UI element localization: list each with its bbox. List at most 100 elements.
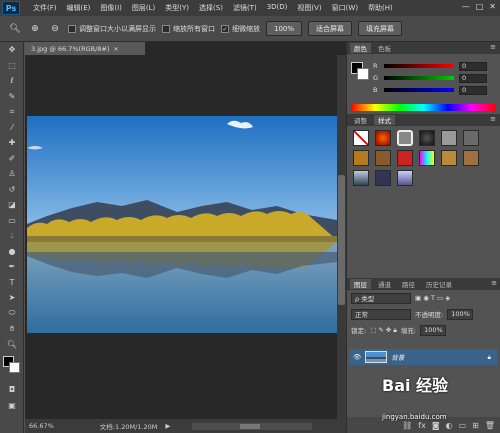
layers-panel-menu-icon[interactable]: ≡	[491, 279, 497, 287]
style-swatch[interactable]	[463, 150, 479, 166]
style-swatch[interactable]	[397, 150, 413, 166]
zoom-tool-icon[interactable]: 🔍︎	[0, 337, 24, 353]
status-menu-arrow[interactable]: ▶	[165, 422, 170, 430]
layer-kind-filter[interactable]: ρ 类型	[351, 292, 411, 304]
zoom-level[interactable]: 66.67%	[29, 422, 54, 430]
shape-tool-icon[interactable]: ⬭	[0, 306, 24, 322]
tab-color[interactable]: 颜色	[350, 43, 371, 53]
panel-background-color[interactable]	[357, 68, 369, 80]
eye-icon[interactable]: 👁︎	[353, 353, 361, 361]
menu-3d[interactable]: 3D(D)	[262, 3, 293, 13]
panel-menu-icon[interactable]: ≡	[490, 43, 496, 51]
style-swatch[interactable]	[441, 130, 457, 146]
move-tool-icon[interactable]: ✥	[0, 42, 24, 58]
screen-mode-icon[interactable]: ▣	[0, 398, 24, 414]
style-swatch-none[interactable]	[353, 130, 369, 146]
resize-windows-checkbox[interactable]: 调整窗口大小以满屏显示	[68, 24, 156, 34]
tab-channels[interactable]: 通道	[374, 279, 395, 289]
menu-edit[interactable]: 编辑(E)	[62, 3, 96, 13]
menu-image[interactable]: 图像(I)	[95, 3, 127, 13]
minimize-button[interactable]: —	[462, 2, 470, 11]
fill-screen-button[interactable]: 填充屏幕	[358, 21, 403, 36]
healing-brush-icon[interactable]: ✚	[0, 135, 24, 151]
tab-swatches[interactable]: 色板	[374, 43, 395, 53]
eyedropper-icon[interactable]: ⁄	[0, 120, 24, 136]
blur-tool-icon[interactable]: 💧︎	[0, 228, 24, 244]
tab-styles[interactable]: 样式	[374, 115, 395, 125]
fit-screen-button[interactable]: 适合屏幕	[308, 21, 353, 36]
vertical-scroll-thumb[interactable]	[338, 175, 345, 305]
style-swatch[interactable]	[375, 150, 391, 166]
style-swatch[interactable]	[419, 150, 435, 166]
style-swatch[interactable]	[375, 130, 391, 146]
tab-layers[interactable]: 图层	[350, 279, 371, 289]
menu-filter[interactable]: 滤镜(T)	[228, 3, 262, 13]
layer-name[interactable]: 背景	[391, 352, 404, 362]
crop-tool-icon[interactable]: ⌗	[0, 104, 24, 120]
style-swatch[interactable]	[353, 170, 369, 186]
tab-adjustments[interactable]: 调整	[350, 115, 371, 125]
menu-view[interactable]: 视图(V)	[292, 3, 326, 13]
new-layer-icon[interactable]: ⊞	[472, 421, 479, 430]
layer-row-background[interactable]: 👁︎ 背景 🔒︎	[349, 349, 497, 365]
horizontal-scrollbar[interactable]	[192, 422, 313, 430]
background-color[interactable]	[9, 362, 20, 373]
style-swatch[interactable]	[397, 130, 413, 146]
lasso-tool-icon[interactable]: ℓ	[0, 73, 24, 89]
image-canvas[interactable]	[27, 116, 337, 333]
zoom-in-icon[interactable]: ⊕	[28, 22, 42, 36]
add-mask-icon[interactable]: ◙	[432, 421, 440, 430]
quick-select-icon[interactable]: ✎	[0, 89, 24, 105]
zoom-out-icon[interactable]: ⊖	[48, 22, 62, 36]
red-value[interactable]: 0	[459, 61, 487, 71]
green-value[interactable]: 0	[459, 73, 487, 83]
menu-file[interactable]: 文件(F)	[28, 3, 62, 13]
pen-tool-icon[interactable]: ✒	[0, 259, 24, 275]
stamp-tool-icon[interactable]: ♙	[0, 166, 24, 182]
document-tab[interactable]: 3.jpg @ 66.7%(RGB/8#) ×	[25, 42, 145, 55]
zoom-tool-icon[interactable]: 🔍︎	[8, 22, 22, 36]
lock-icons[interactable]: ⬚ ✎ ✥ 🔒︎	[370, 326, 397, 335]
history-brush-icon[interactable]: ↺	[0, 182, 24, 198]
new-group-icon[interactable]: ▭	[459, 421, 467, 430]
actual-pixels-button[interactable]: 100%	[266, 21, 303, 36]
brush-tool-icon[interactable]: ✐	[0, 151, 24, 167]
blue-value[interactable]: 0	[459, 85, 487, 95]
style-swatch[interactable]	[397, 170, 413, 186]
close-tab-icon[interactable]: ×	[113, 45, 118, 53]
menu-type[interactable]: 类型(Y)	[160, 3, 194, 13]
type-tool-icon[interactable]: T	[0, 275, 24, 291]
menu-help[interactable]: 帮助(H)	[363, 3, 398, 13]
menu-layer[interactable]: 图层(L)	[127, 3, 160, 13]
dodge-tool-icon[interactable]: ●	[0, 244, 24, 260]
layer-style-icon[interactable]: fx	[418, 421, 426, 430]
eraser-tool-icon[interactable]: ◪	[0, 197, 24, 213]
style-swatch[interactable]	[353, 150, 369, 166]
vertical-scrollbar[interactable]	[337, 55, 346, 419]
blend-mode-select[interactable]: 正常	[351, 308, 411, 320]
blue-slider[interactable]	[384, 88, 454, 92]
menu-window[interactable]: 窗口(W)	[327, 3, 363, 13]
adjustment-layer-icon[interactable]: ◐	[446, 421, 453, 430]
link-layers-icon[interactable]: ⛓	[402, 421, 412, 430]
path-select-icon[interactable]: ➤	[0, 290, 24, 306]
hand-tool-icon[interactable]: ✋︎	[0, 321, 24, 337]
red-slider[interactable]	[384, 64, 454, 68]
maximize-button[interactable]: □	[476, 2, 484, 11]
gradient-tool-icon[interactable]: ▭	[0, 213, 24, 229]
tab-paths[interactable]: 路径	[398, 279, 419, 289]
fill-input[interactable]: 100%	[420, 324, 447, 336]
quick-mask-icon[interactable]: ◘	[0, 382, 24, 398]
marquee-tool-icon[interactable]: ⬚	[0, 58, 24, 74]
style-swatch[interactable]	[441, 150, 457, 166]
green-slider[interactable]	[384, 76, 454, 80]
scrubby-zoom-checkbox[interactable]: ✓ 细微缩放	[221, 24, 260, 34]
menu-select[interactable]: 选择(S)	[194, 3, 228, 13]
style-swatch[interactable]	[463, 130, 479, 146]
color-swatches[interactable]	[0, 352, 23, 382]
styles-panel-menu-icon[interactable]: ≡	[490, 115, 496, 123]
delete-layer-icon[interactable]: 🗑︎	[485, 421, 495, 430]
opacity-input[interactable]: 100%	[447, 308, 474, 320]
zoom-all-checkbox[interactable]: 缩放所有窗口	[162, 24, 215, 34]
filter-icons[interactable]: ▣ ◉ T ▭ ◈	[415, 294, 450, 302]
